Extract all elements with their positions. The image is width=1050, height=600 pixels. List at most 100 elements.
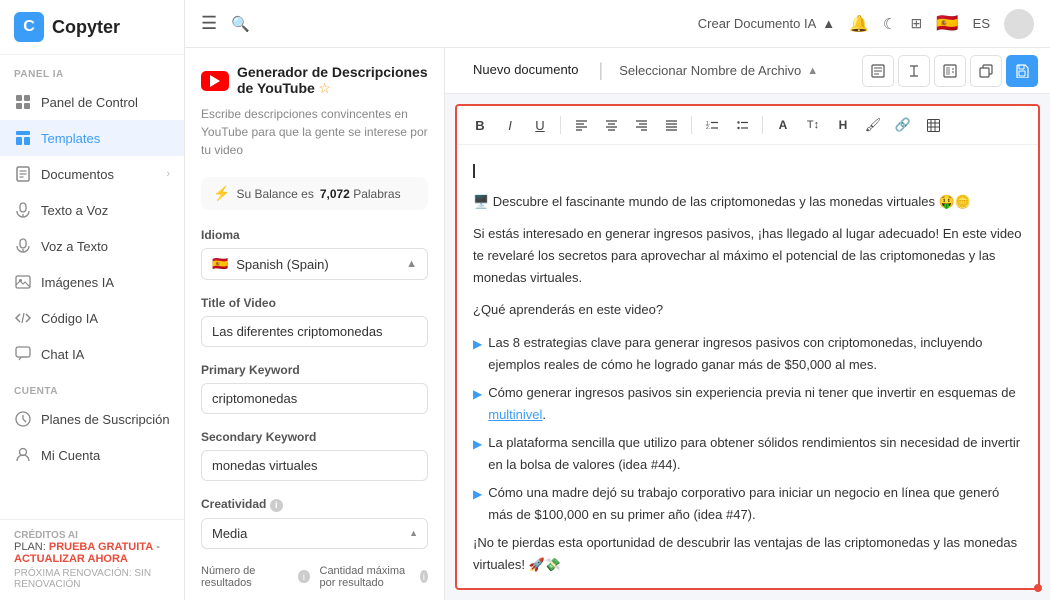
- sidebar-label-voz-texto: Voz a Texto: [41, 239, 170, 254]
- idioma-value: Spanish (Spain): [236, 257, 398, 272]
- toolbar-icon-2[interactable]: [898, 55, 930, 87]
- format-ul[interactable]: [729, 112, 755, 138]
- format-align-right[interactable]: [628, 112, 654, 138]
- mic-icon: [14, 237, 32, 255]
- fullscreen-icon[interactable]: ⊞: [911, 15, 923, 32]
- sidebar-footer: CRÉDITOS AI PLAN: PRUEBA GRATUITA - ACTU…: [0, 519, 184, 600]
- plan-sep: -: [156, 541, 160, 553]
- format-brush[interactable]: 🖌: [860, 112, 886, 138]
- toolbar-icon-copy[interactable]: [970, 55, 1002, 87]
- balance-label: Su Balance es: [236, 187, 313, 201]
- star-icon[interactable]: ☆: [318, 80, 331, 96]
- editor-bullet-1: ▶ Las 8 estrategias clave para generar i…: [473, 332, 1022, 376]
- format-font-size[interactable]: A: [770, 112, 796, 138]
- topbar-left: ☰ 🔍: [201, 13, 250, 34]
- template-icon: [14, 129, 32, 147]
- image-icon: [14, 273, 32, 291]
- toolbar-icon-1[interactable]: [862, 55, 894, 87]
- sidebar-label-planes: Planes de Suscripción: [41, 412, 170, 427]
- avatar[interactable]: [1004, 9, 1034, 39]
- cantidad-info-icon: i: [420, 570, 428, 583]
- format-align-left[interactable]: [568, 112, 594, 138]
- toolbar-icon-3[interactable]: [934, 55, 966, 87]
- title-video-input[interactable]: [201, 316, 428, 347]
- tab-filename[interactable]: Seleccionar Nombre de Archivo ▲: [607, 55, 830, 86]
- editor-para-4: ¡No te pierdas esta oportunidad de descu…: [473, 532, 1022, 576]
- idioma-arrow: ▲: [406, 258, 417, 270]
- editor-bullet-2: ▶ Cómo generar ingresos pasivos sin expe…: [473, 382, 1022, 426]
- lightning-icon: ⚡: [213, 185, 230, 202]
- idioma-label: Idioma: [201, 228, 428, 242]
- sidebar-item-panel-control[interactable]: Panel de Control: [0, 84, 184, 120]
- sidebar-item-chat-ia[interactable]: Chat IA: [0, 336, 184, 372]
- sidebar-item-documentos[interactable]: Documentos ›: [0, 156, 184, 192]
- plan-upgrade-link[interactable]: ACTUALIZAR AHORA: [14, 553, 128, 565]
- primary-kw-section: Primary Keyword: [185, 353, 444, 420]
- panel-ia-label: PANEL IA: [0, 55, 184, 84]
- sidebar-item-templates[interactable]: Templates: [0, 120, 184, 156]
- idioma-flag: 🇪🇸: [212, 256, 228, 272]
- tool-title: Generador de Descripcionesde YouTube: [237, 64, 428, 96]
- formatting-bar: B I U: [457, 106, 1038, 145]
- sidebar-item-texto-voz[interactable]: Texto a Voz: [0, 192, 184, 228]
- plan-free-link[interactable]: PRUEBA GRATUITA: [49, 541, 153, 553]
- sidebar-item-voz-texto[interactable]: Voz a Texto: [0, 228, 184, 264]
- format-sep-2: [691, 116, 692, 134]
- doc-icon: [14, 165, 32, 183]
- editor-content[interactable]: 🖥️ Descubre el fascinante mundo de las c…: [457, 145, 1038, 588]
- secondary-kw-input[interactable]: [201, 450, 428, 481]
- tab-divider: |: [599, 60, 604, 81]
- bottom-fields: Número de resultados i Cantidad máxima p…: [185, 555, 444, 593]
- code-icon: [14, 309, 32, 327]
- numero-info-icon: i: [298, 570, 309, 583]
- secondary-kw-label: Secondary Keyword: [201, 430, 428, 444]
- format-table[interactable]: [920, 112, 946, 138]
- cuenta-label: CUENTA: [0, 372, 184, 401]
- creditos-label: CRÉDITOS AI: [14, 530, 170, 541]
- red-dot-indicator: [1034, 584, 1038, 588]
- bell-icon[interactable]: 🔔: [849, 14, 869, 34]
- creatividad-label: Creatividad i: [201, 497, 428, 512]
- editor-tabs: Nuevo documento | Seleccionar Nombre de …: [445, 48, 1050, 94]
- editor-para-1: 🖥️ Descubre el fascinante mundo de las c…: [473, 191, 1022, 213]
- primary-kw-input[interactable]: [201, 383, 428, 414]
- format-heading[interactable]: H: [830, 112, 856, 138]
- toolbar-icon-save[interactable]: [1006, 55, 1038, 87]
- sidebar-label-codigo-ia: Código IA: [41, 311, 170, 326]
- sidebar-item-codigo-ia[interactable]: Código IA: [0, 300, 184, 336]
- format-bold[interactable]: B: [467, 112, 493, 138]
- creatividad-info-icon: i: [270, 499, 283, 512]
- crear-documento-button[interactable]: Crear Documento IA ▲: [698, 16, 835, 31]
- sidebar-item-mi-cuenta[interactable]: Mi Cuenta: [0, 437, 184, 473]
- format-link[interactable]: 🔗: [890, 112, 916, 138]
- sidebar-logo: C Copyter: [0, 0, 184, 55]
- format-align-center[interactable]: [598, 112, 624, 138]
- plan-renewal-text: PRÓXIMA RENOVACIÓN: SIN RENOVACIÓN: [14, 568, 170, 590]
- moon-icon[interactable]: ☾: [883, 15, 896, 33]
- sidebar-item-imagenes-ia[interactable]: Imágenes IA: [0, 264, 184, 300]
- format-underline[interactable]: U: [527, 112, 553, 138]
- tool-title-wrapper: Generador de Descripcionesde YouTube ☆: [237, 64, 428, 97]
- play-icon-3: ▶: [473, 434, 482, 454]
- balance-unit: Palabras: [353, 187, 400, 201]
- format-justify[interactable]: [658, 112, 684, 138]
- topbar: ☰ 🔍 Crear Documento IA ▲ 🔔 ☾ ⊞ 🇪🇸 ES: [185, 0, 1050, 48]
- tab-nuevo-documento[interactable]: Nuevo documento: [457, 52, 595, 89]
- play-icon-1: ▶: [473, 334, 482, 354]
- sidebar-item-planes[interactable]: Planes de Suscripción: [0, 401, 184, 437]
- search-button[interactable]: 🔍: [231, 15, 250, 33]
- youtube-icon: [201, 71, 229, 91]
- format-ol[interactable]: 1.2.: [699, 112, 725, 138]
- tool-description: Escribe descripciones convincentes en Yo…: [185, 105, 444, 169]
- format-italic[interactable]: I: [497, 112, 523, 138]
- audio-icon: [14, 201, 32, 219]
- idioma-select[interactable]: 🇪🇸 Spanish (Spain) ▲: [201, 248, 428, 280]
- menu-toggle-button[interactable]: ☰: [201, 13, 217, 34]
- tool-panel: Generador de Descripcionesde YouTube ☆ E…: [185, 48, 445, 600]
- editor-area: Nuevo documento | Seleccionar Nombre de …: [445, 48, 1050, 600]
- grid-icon: [14, 93, 32, 111]
- multinivel-link[interactable]: multinivel: [488, 407, 542, 422]
- creatividad-select[interactable]: Media Alta Baja: [201, 518, 428, 549]
- format-line-height[interactable]: T↕: [800, 112, 826, 138]
- editor-para-2: Si estás interesado en generar ingresos …: [473, 223, 1022, 289]
